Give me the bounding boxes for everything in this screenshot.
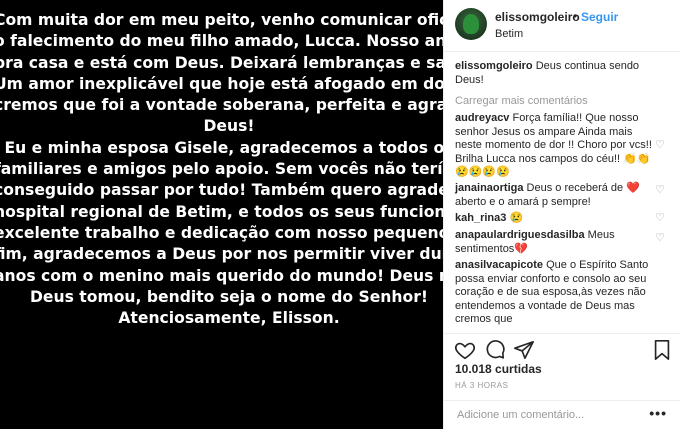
location-link[interactable]: Betim [495, 28, 523, 40]
comment-emoji: ❤️ [626, 182, 640, 194]
avatar[interactable] [455, 8, 487, 40]
post-timestamp: HÁ 3 HORAS [455, 381, 509, 390]
comment-bubble-icon[interactable] [484, 339, 506, 361]
post-header: elissomgoleiro • Seguir Betim [444, 0, 680, 52]
caption-username[interactable]: elissomgoleiro [455, 60, 533, 72]
like-comment-icon[interactable]: ♡ [655, 139, 665, 153]
list-item: kah_rina3 😢 [455, 212, 655, 226]
comment-text: Deus o receberá de [526, 182, 627, 194]
like-heart-icon[interactable] [454, 339, 476, 361]
add-comment-bar: ••• [444, 400, 680, 429]
action-bar [444, 333, 680, 364]
like-comment-icon[interactable]: ♡ [655, 212, 665, 226]
list-item: anasilvacapicote Que o Espírito Santo po… [455, 259, 655, 327]
comment-username[interactable]: audreyacv [455, 112, 509, 124]
comments-list[interactable]: elissomgoleiro Deus continua sendo Deus!… [444, 52, 680, 328]
like-comment-icon[interactable]: ♡ [655, 184, 665, 198]
comment-username[interactable]: kah_rina3 [455, 212, 506, 224]
load-more-comments-link[interactable]: Carregar mais comentários [455, 95, 588, 109]
list-item: anapaulardriguesdasilba Meus sentimentos… [455, 229, 655, 256]
list-item: janainaortiga Deus o receberá de ❤️ aber… [455, 182, 655, 209]
comment-username[interactable]: anapaulardriguesdasilba [455, 229, 585, 241]
post-image-text: Com muita dor em meu peito, venho comuni… [0, 11, 443, 328]
more-options-icon[interactable]: ••• [649, 405, 667, 421]
separator-dot: • [573, 9, 578, 23]
comment-username[interactable]: anasilvacapicote [455, 259, 543, 271]
post-side-panel: elissomgoleiro • Seguir Betim elissomgol… [443, 0, 680, 429]
likes-count[interactable]: 10.018 curtidas [455, 362, 542, 376]
author-username[interactable]: elissomgoleiro [495, 10, 580, 24]
follow-button[interactable]: Seguir [581, 10, 618, 24]
list-item: audreyacv Força família!! Que nosso senh… [455, 112, 655, 180]
like-comment-icon[interactable]: ♡ [655, 232, 665, 246]
comment-emoji: 😢 [509, 212, 524, 224]
bookmark-save-icon[interactable] [651, 339, 673, 361]
post-image: Com muita dor em meu peito, venho comuni… [0, 0, 443, 429]
share-send-icon[interactable] [513, 339, 535, 361]
comment-username[interactable]: janainaortiga [455, 182, 523, 194]
caption: elissomgoleiro Deus continua sendo Deus! [455, 60, 655, 87]
add-comment-input[interactable] [455, 408, 639, 422]
comment-text-continued: aberto e o amará p sempre! [455, 195, 591, 208]
comment-emoji: 💔 [514, 242, 529, 255]
